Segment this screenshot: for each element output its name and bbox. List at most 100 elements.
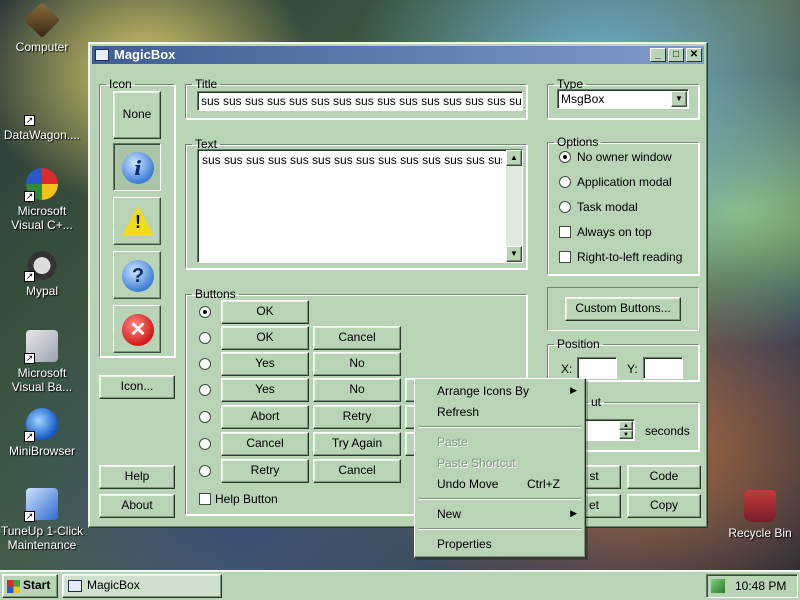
row-button-secondary[interactable]: No (313, 378, 401, 402)
icon-warning-button[interactable]: ! (113, 197, 161, 245)
icon-question-button[interactable]: ? (113, 251, 161, 299)
desktop-icon-computer[interactable]: Computer (0, 1, 84, 54)
help-button[interactable]: Help (99, 465, 175, 489)
type-select[interactable]: MsgBox ▼ (557, 89, 689, 109)
row-button-primary[interactable]: Yes (221, 352, 309, 376)
menu-separator (419, 498, 581, 500)
row-button-primary[interactable]: OK (221, 326, 309, 350)
row-button-primary[interactable]: Abort (221, 405, 309, 429)
menu-item-paste-shortcut[interactable]: Paste Shortcut (437, 456, 516, 470)
menu-item-paste[interactable]: Paste (437, 435, 468, 449)
label-rtl-reading: Right-to-left reading (577, 250, 683, 264)
desktop-icon-visual-cpp[interactable]: ↗ Microsoft Visual C+... (0, 168, 84, 232)
desktop-icon-label: TuneUp 1-Click Maintenance (0, 524, 84, 552)
scroll-up-button[interactable]: ▲ (506, 150, 522, 166)
checkbox-always-on-top[interactable] (559, 226, 571, 238)
menu-item-refresh[interactable]: Refresh (437, 405, 479, 419)
checkbox-help-button[interactable] (199, 493, 211, 505)
menu-item-properties[interactable]: Properties (437, 537, 492, 551)
buttons-radio-row[interactable] (199, 438, 211, 450)
visual-basic-icon: ↗ (24, 330, 58, 364)
row-button-secondary[interactable]: No (313, 352, 401, 376)
start-button[interactable]: Start (2, 574, 58, 598)
minimize-button[interactable]: _ (650, 48, 666, 62)
windows-logo-icon (7, 580, 20, 593)
desktop-icon-recycle-bin[interactable]: Recycle Bin (718, 490, 800, 540)
buttons-radio-row[interactable] (199, 306, 211, 318)
row-button-secondary[interactable]: Cancel (313, 459, 401, 483)
buttons-radio-row[interactable] (199, 358, 211, 370)
spin-up-button[interactable]: ▲ (619, 421, 633, 430)
menu-item-new[interactable]: New (437, 507, 461, 521)
magicbox-taskbar-icon (68, 580, 82, 592)
buttons-radio-row[interactable] (199, 411, 211, 423)
icon-info-button[interactable]: i (113, 143, 161, 191)
timeout-group-legend: ut (591, 395, 602, 409)
label-task-modal: Task modal (577, 200, 638, 214)
shortcut-arrow-icon: ↗ (24, 431, 35, 442)
buttons-radio-row[interactable] (199, 465, 211, 477)
taskbar-item-magicbox[interactable]: MagicBox (62, 574, 222, 598)
row-button-secondary[interactable]: Cancel (313, 326, 401, 350)
title-input[interactable]: sus sus sus sus sus sus sus sus sus sus … (197, 91, 523, 111)
scroll-down-button[interactable]: ▼ (506, 246, 522, 262)
info-icon: i (122, 152, 154, 184)
row-button-primary[interactable]: OK (221, 300, 309, 324)
checkbox-rtl-reading[interactable] (559, 251, 571, 263)
custom-buttons-button[interactable]: Custom Buttons... (565, 297, 681, 321)
label-no-owner: No owner window (577, 150, 672, 164)
start-label: Start (23, 578, 51, 592)
menu-separator (419, 528, 581, 530)
menu-item-undo-move[interactable]: Undo Move Ctrl+Z (437, 477, 560, 491)
row-button-primary[interactable]: Cancel (221, 432, 309, 456)
magicbox-window: MagicBox _ □ ✕ Icon None i ! ? ✕ Icon...… (88, 42, 708, 528)
radio-no-owner[interactable] (559, 151, 571, 163)
desktop-icon-mypal[interactable]: ↗ Mypal (0, 248, 84, 298)
tray-app-icon[interactable] (711, 579, 725, 593)
label-app-modal: Application modal (577, 175, 672, 189)
close-button[interactable]: ✕ (686, 48, 702, 62)
spin-down-button[interactable]: ▼ (619, 430, 633, 439)
clock[interactable]: 10:48 PM (735, 579, 786, 593)
tuneup-icon: ↗ (24, 488, 58, 522)
code-button[interactable]: Code (627, 465, 701, 489)
icon-none-button[interactable]: None (113, 91, 161, 139)
system-tray: 10:48 PM (706, 574, 798, 598)
desktop-icon-tuneup[interactable]: ↗ TuneUp 1-Click Maintenance (0, 488, 84, 552)
text-area[interactable]: sus sus sus sus sus sus sus sus sus sus … (197, 149, 523, 263)
desktop-icon-minibrowser[interactable]: ↗ MiniBrowser (0, 408, 84, 458)
chevron-down-icon[interactable]: ▼ (671, 91, 687, 107)
row-button-secondary[interactable]: Try Again (313, 432, 401, 456)
menu-item-arrange-icons[interactable]: Arrange Icons By (437, 384, 529, 398)
copy-button[interactable]: Copy (627, 494, 701, 518)
window-icon (95, 49, 109, 61)
about-button[interactable]: About (99, 494, 175, 518)
title-group-legend: Title (195, 77, 218, 91)
warning-mark: ! (135, 212, 141, 232)
desktop-icon-datawagon[interactable]: ↗ DataWagon.... (0, 92, 84, 142)
icon-error-button[interactable]: ✕ (113, 305, 161, 353)
visual-cpp-icon: ↗ (24, 168, 58, 202)
desktop-icon-label: Microsoft Visual Ba... (11, 366, 73, 394)
text-area-scrollbar[interactable]: ▲ ▼ (506, 150, 522, 262)
buttons-radio-row[interactable] (199, 332, 211, 344)
row-button-primary[interactable]: Retry (221, 459, 309, 483)
desktop-icon-visual-basic[interactable]: ↗ Microsoft Visual Ba... (0, 330, 84, 394)
buttons-radio-row[interactable] (199, 384, 211, 396)
position-y-input[interactable] (643, 357, 683, 379)
timeout-input[interactable]: ▲ ▼ (581, 419, 635, 441)
minibrowser-icon: ↗ (24, 408, 58, 442)
row-button-primary[interactable]: Yes (221, 378, 309, 402)
window-titlebar[interactable]: MagicBox _ □ ✕ (92, 46, 704, 64)
undo-move-shortcut: Ctrl+Z (527, 477, 560, 491)
radio-app-modal[interactable] (559, 176, 571, 188)
taskbar-item-label: MagicBox (87, 578, 140, 592)
row-button-secondary[interactable]: Retry (313, 405, 401, 429)
icon-select-button[interactable]: Icon... (99, 375, 175, 399)
icon-group-legend: Icon (109, 77, 132, 91)
position-x-input[interactable] (577, 357, 617, 379)
window-title: MagicBox (114, 47, 176, 62)
recycle-bin-icon (744, 490, 776, 522)
radio-task-modal[interactable] (559, 201, 571, 213)
maximize-button[interactable]: □ (668, 48, 684, 62)
